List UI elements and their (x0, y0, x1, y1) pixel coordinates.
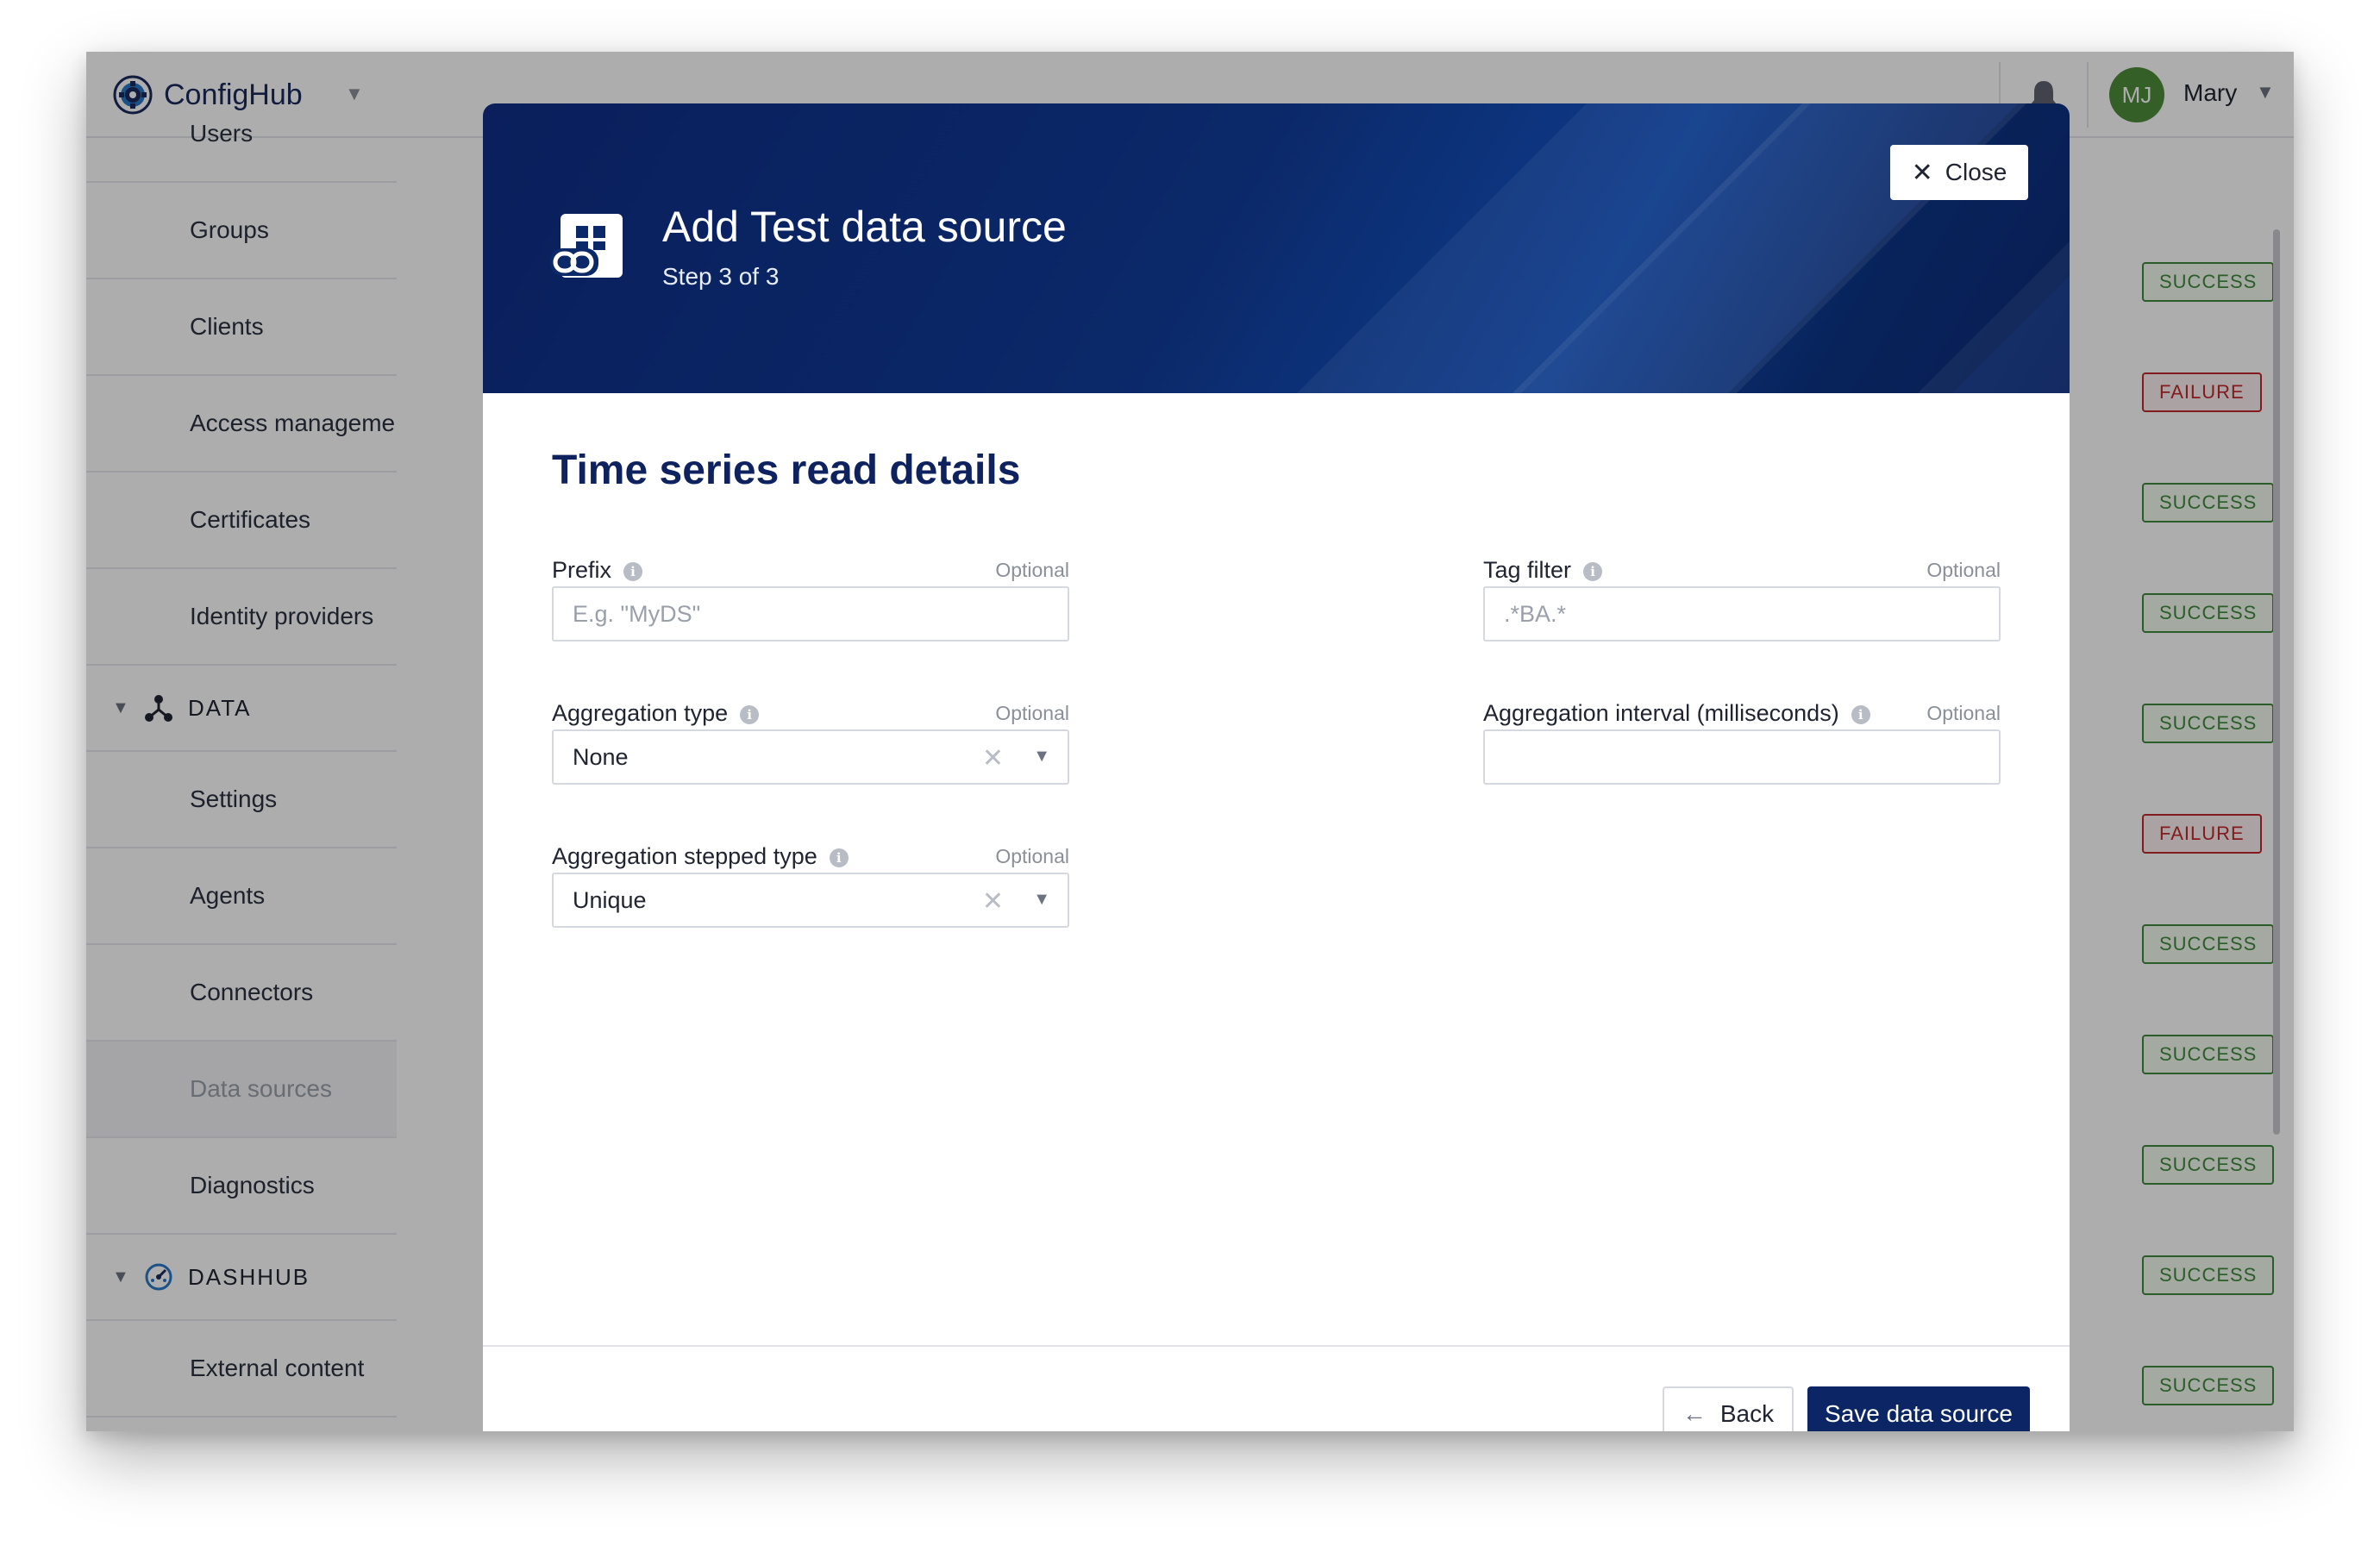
arrow-left-icon: ← (1682, 1400, 1707, 1427)
save-data-source-button[interactable]: Save data source (1807, 1386, 2030, 1431)
prefix-placeholder: E.g. "MyDS" (573, 600, 701, 627)
data-source-link-icon (550, 214, 623, 278)
info-icon[interactable]: i (1851, 704, 1870, 724)
optional-label: Optional (995, 702, 1069, 724)
clear-icon[interactable]: ✕ (982, 886, 1004, 917)
info-icon[interactable]: i (1583, 561, 1603, 581)
chevron-down-icon[interactable]: ▼ (1033, 890, 1050, 910)
field-label-text: Aggregation stepped type (552, 843, 817, 869)
section-title: Time series read details (552, 447, 1021, 493)
modal-title: Add Test data source (662, 203, 1067, 251)
modal-step: Step 3 of 3 (662, 263, 780, 290)
app-window: ConfigHub ▼ MJ Mary ▼ Users Groups Clien… (86, 52, 2294, 1431)
aggregation-stepped-type-value: Unique (573, 886, 647, 913)
prefix-input[interactable]: E.g. "MyDS" (552, 586, 1069, 641)
tag-filter-input[interactable]: .*BA.* (1483, 586, 2001, 641)
chevron-down-icon[interactable]: ▼ (1033, 747, 1050, 767)
tag-filter-label: Tag filter i (1483, 557, 1603, 584)
optional-label: Optional (1926, 559, 2001, 581)
close-icon: ✕ (1911, 158, 1933, 187)
aggregation-interval-input[interactable] (1483, 729, 2001, 785)
add-data-source-modal: Add Test data source Step 3 of 3 ✕ Close… (483, 103, 2070, 1431)
optional-label: Optional (995, 559, 1069, 581)
close-button[interactable]: ✕ Close (1890, 145, 2028, 200)
aggregation-interval-label: Aggregation interval (milliseconds) i (1483, 700, 1870, 727)
field-label-text: Aggregation type (552, 700, 729, 726)
aggregation-stepped-type-label: Aggregation stepped type i (552, 843, 849, 870)
modal-header: Add Test data source Step 3 of 3 ✕ Close (483, 103, 2070, 393)
optional-label: Optional (1926, 702, 2001, 724)
close-button-label: Close (1945, 159, 2007, 185)
clear-icon[interactable]: ✕ (982, 743, 1004, 773)
aggregation-type-select[interactable]: None ✕ ▼ (552, 729, 1069, 785)
prefix-label: Prefix i (552, 557, 643, 584)
aggregation-type-label: Aggregation type i (552, 700, 760, 727)
info-icon[interactable]: i (623, 561, 643, 581)
info-icon[interactable]: i (829, 848, 849, 867)
save-button-label: Save data source (1825, 1400, 2013, 1427)
field-label-text: Aggregation interval (milliseconds) (1483, 700, 1839, 726)
optional-label: Optional (995, 845, 1069, 867)
footer-divider (483, 1345, 2070, 1347)
back-button-label: Back (1719, 1400, 1775, 1427)
field-label-text: Tag filter (1483, 557, 1572, 583)
info-icon[interactable]: i (740, 704, 760, 724)
field-label-text: Prefix (552, 557, 612, 583)
aggregation-type-value: None (573, 743, 629, 770)
back-button[interactable]: ← Back (1663, 1386, 1794, 1431)
aggregation-stepped-type-select[interactable]: Unique ✕ ▼ (552, 873, 1069, 928)
tag-filter-placeholder: .*BA.* (1504, 600, 1567, 627)
